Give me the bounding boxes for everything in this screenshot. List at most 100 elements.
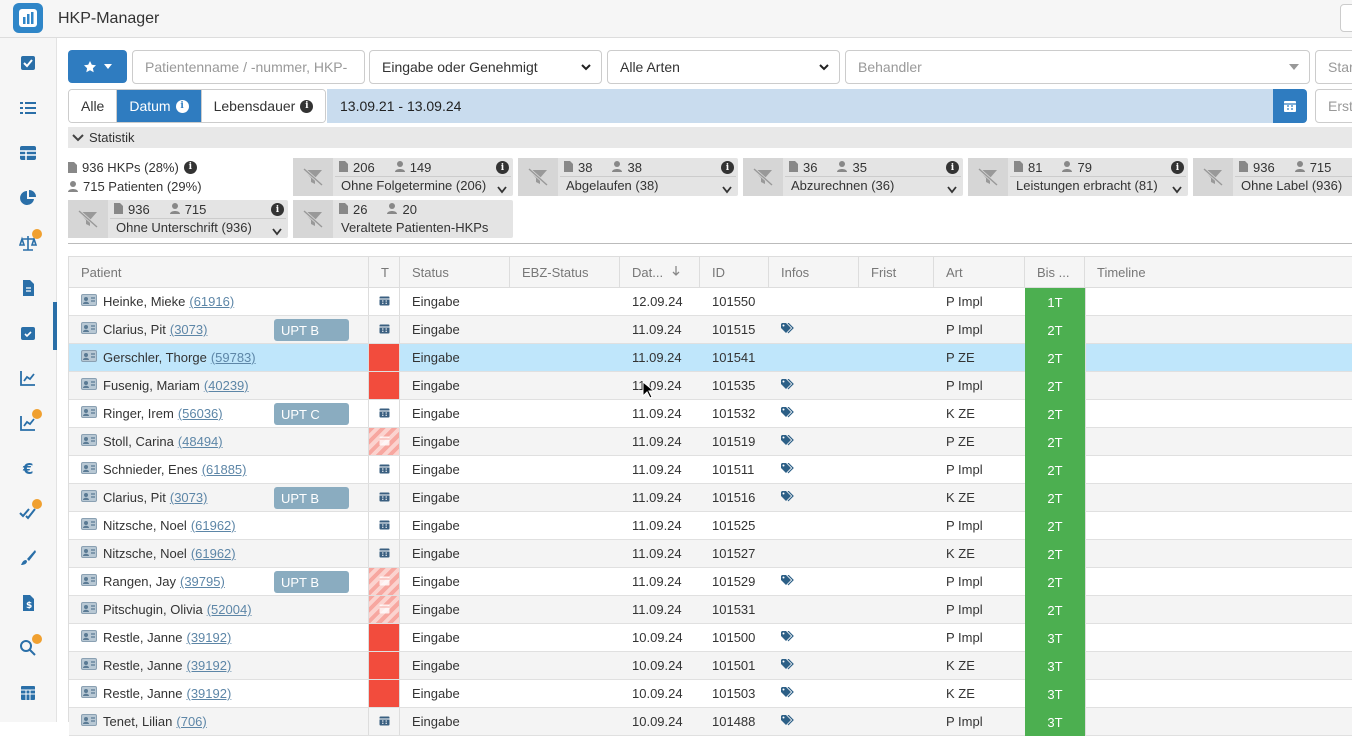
patient-cell[interactable]: Pitschugin, Olivia (52004) (69, 596, 369, 623)
table-row[interactable]: Fusenig, Mariam (40239) Eingabe 11.09.24 101… (69, 372, 1352, 400)
type-cell[interactable] (369, 596, 400, 623)
stat-card-counts[interactable]: 38 38 (564, 160, 642, 175)
patient-count-value[interactable]: 715 (185, 202, 207, 217)
file-icon[interactable] (114, 202, 123, 217)
table-icon[interactable] (14, 139, 42, 167)
table-row[interactable]: Ringer, Irem (56036) UPT C Eingabe 11.09.24 1… (69, 400, 1352, 428)
invoice-icon[interactable]: $ (14, 589, 42, 617)
pie-chart-icon[interactable] (14, 184, 42, 212)
bis-cell[interactable]: 2T (1025, 540, 1085, 568)
bis-cell[interactable]: 2T (1025, 428, 1085, 456)
col-id[interactable]: ID (700, 257, 769, 288)
patient-card-icon[interactable] (81, 434, 97, 449)
stat-card-counts[interactable]: 206 149 (339, 160, 431, 175)
tags-icon[interactable] (781, 686, 794, 701)
hkp-count[interactable]: 206 (339, 160, 375, 175)
hkp-count-value[interactable]: 936 (1253, 160, 1275, 175)
bis-cell[interactable]: 3T (1025, 624, 1085, 652)
card-divider[interactable] (785, 176, 961, 177)
filter-off-icon[interactable] (293, 200, 333, 238)
col-t-label[interactable]: T (381, 265, 389, 280)
patient-cell[interactable]: Stoll, Carina (48494) (69, 428, 369, 455)
calendar-icon[interactable] (379, 322, 390, 337)
scale-icon[interactable] (14, 229, 42, 257)
patient-number-link[interactable]: (39192) (187, 686, 232, 701)
col-status-label[interactable]: Status (412, 265, 449, 280)
patient-cell[interactable]: Gerschler, Thorge (59783) (69, 344, 369, 371)
start-date-input[interactable]: Star (1315, 50, 1352, 84)
sort-arrow-icon[interactable] (663, 265, 681, 280)
hkp-count[interactable]: 81 (1014, 160, 1042, 175)
patient-number-link[interactable]: (61962) (191, 518, 236, 533)
user-icon[interactable] (394, 160, 405, 175)
timeline-cell[interactable] (1085, 568, 1352, 595)
patient-number-link[interactable]: (61916) (189, 294, 234, 309)
col-patient[interactable]: Patient (69, 257, 369, 288)
patient-name[interactable]: Clarius, Pit (103, 322, 166, 337)
table-row[interactable]: Nitzsche, Noel (61962) Eingabe 11.09.24 1015… (69, 540, 1352, 568)
upt-badge[interactable]: UPT C (274, 403, 349, 425)
patient-search-input[interactable]: Patientenname / -nummer, HKP- (132, 50, 365, 84)
type-cell[interactable] (369, 316, 400, 343)
filter-off-icon[interactable] (968, 158, 1008, 196)
col-bis[interactable]: Bis ... (1025, 257, 1085, 288)
info-icon[interactable]: i (946, 161, 959, 174)
patient-name[interactable]: Pitschugin, Olivia (103, 602, 203, 617)
table-row[interactable]: Tenet, Lilian (706) Eingabe 10.09.24 101488 P… (69, 708, 1352, 736)
double-check-icon[interactable] (14, 499, 42, 527)
tags-icon[interactable] (781, 322, 794, 337)
table-row[interactable]: Rangen, Jay (39795) UPT B Eingabe 11.09.24 10… (69, 568, 1352, 596)
stat-card[interactable]: 38 38 i Abgelaufen (38) (518, 158, 738, 196)
file-icon[interactable] (1014, 160, 1023, 175)
calendar-icon[interactable] (379, 406, 390, 421)
patient-cell[interactable]: Heinke, Mieke (61916) (69, 288, 369, 315)
tab-datum[interactable]: Datum i (117, 90, 202, 122)
hkp-count[interactable]: 36 (789, 160, 817, 175)
tags-icon[interactable] (781, 490, 794, 505)
timeline-cell[interactable] (1085, 512, 1352, 539)
file-icon[interactable] (339, 202, 348, 217)
table-row[interactable]: Restle, Janne (39192) Eingabe 10.09.24 10150… (69, 680, 1352, 708)
info-icon[interactable]: i (1171, 161, 1184, 174)
stat-card[interactable]: 936715iOhne Label (936) (1193, 158, 1352, 196)
patient-number-link[interactable]: (59783) (211, 350, 256, 365)
patient-number-link[interactable]: (3073) (170, 490, 208, 505)
patient-card-icon[interactable] (81, 406, 97, 421)
col-datum-label[interactable]: Dat... (632, 265, 663, 280)
bis-cell[interactable]: 2T (1025, 400, 1085, 428)
card-divider[interactable] (335, 176, 511, 177)
art-select[interactable]: Alle Arten (607, 50, 840, 84)
patient-cell[interactable]: Rangen, Jay (39795) UPT B (69, 568, 369, 595)
hkp-count[interactable]: 936 (114, 202, 150, 217)
patient-name[interactable]: Restle, Janne (103, 686, 183, 701)
patient-count-value[interactable]: 20 (402, 202, 416, 217)
tags-icon[interactable] (781, 378, 794, 393)
trend-chart-icon[interactable] (14, 409, 42, 437)
statistik-toggle[interactable]: Statistik (68, 127, 1352, 148)
info-icon[interactable]: i (496, 161, 509, 174)
type-cell[interactable] (369, 568, 400, 595)
chevron-down-icon[interactable] (722, 182, 732, 194)
patient-name[interactable]: Fusenig, Mariam (103, 378, 200, 393)
table-row[interactable]: Restle, Janne (39192) Eingabe 10.09.24 10150… (69, 624, 1352, 652)
col-id-label[interactable]: ID (712, 265, 725, 280)
chevron-down-icon[interactable] (1172, 182, 1182, 194)
col-frist[interactable]: Frist (859, 257, 934, 288)
table-row[interactable]: Nitzsche, Noel (61962) Eingabe 11.09.24 1015… (69, 512, 1352, 540)
bis-cell[interactable]: 3T (1025, 680, 1085, 708)
status-select[interactable]: Eingabe oder Genehmigt (369, 50, 602, 84)
ersteller-input[interactable]: Erste (1315, 89, 1352, 123)
brush-icon[interactable] (14, 544, 42, 572)
table-row[interactable]: Schnieder, Enes (61885) Eingabe 11.09.24 101… (69, 456, 1352, 484)
upt-badge[interactable]: UPT B (274, 319, 349, 341)
table-row[interactable]: Stoll, Carina (48494) Eingabe 11.09.24 10151… (69, 428, 1352, 456)
patient-name[interactable]: Restle, Janne (103, 630, 183, 645)
user-icon[interactable] (1294, 160, 1305, 175)
patient-number-link[interactable]: (61885) (202, 462, 247, 477)
patient-cell[interactable]: Restle, Janne (39192) (69, 652, 369, 679)
user-icon[interactable] (1062, 160, 1073, 175)
patient-number-link[interactable]: (3073) (170, 322, 208, 337)
user-icon[interactable] (837, 160, 848, 175)
patient-number-link[interactable]: (39192) (187, 658, 232, 673)
stat-card-counts[interactable]: 36 35 (789, 160, 867, 175)
